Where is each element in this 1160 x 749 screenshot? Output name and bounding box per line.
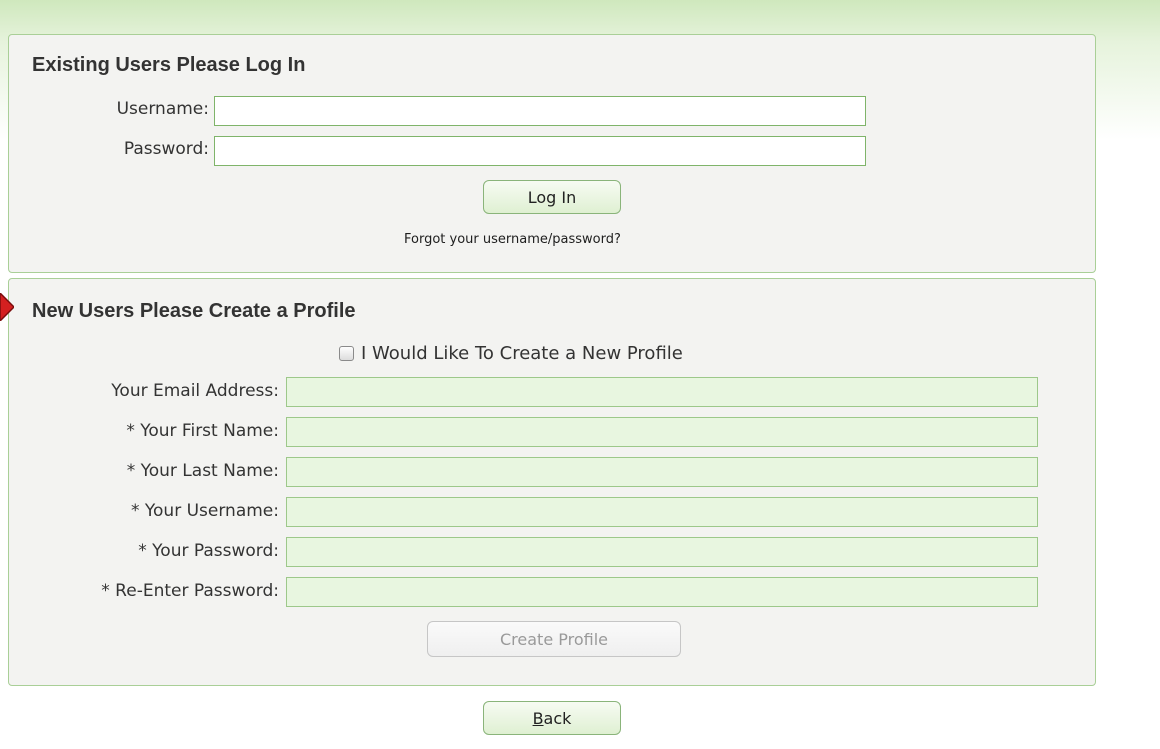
login-panel-title: Existing Users Please Log In <box>32 54 306 76</box>
first-name-label: * Your First Name: <box>126 421 279 441</box>
email-label: Your Email Address: <box>111 381 279 401</box>
login-panel: Existing Users Please Log In Username: P… <box>8 34 1096 273</box>
new-username-field[interactable] <box>286 497 1038 527</box>
first-name-field[interactable] <box>286 417 1038 447</box>
last-name-label: * Your Last Name: <box>126 461 279 481</box>
create-profile-checkbox-row[interactable]: I Would Like To Create a New Profile <box>339 343 683 364</box>
new-password-field[interactable] <box>286 537 1038 567</box>
red-arrow-marker-icon <box>0 293 14 321</box>
reenter-password-label: * Re-Enter Password: <box>101 581 279 601</box>
create-profile-panel: New Users Please Create a Profile I Woul… <box>8 278 1096 686</box>
create-profile-button[interactable]: Create Profile <box>427 621 681 657</box>
password-label: Password: <box>123 139 209 159</box>
login-button[interactable]: Log In <box>483 180 621 214</box>
back-button[interactable]: Back <box>483 701 621 735</box>
create-profile-checkbox[interactable] <box>339 346 354 361</box>
back-button-label-rest: ack <box>543 708 572 728</box>
new-username-label: * Your Username: <box>131 501 279 521</box>
forgot-password-link[interactable]: Forgot your username/password? <box>404 232 621 247</box>
reenter-password-field[interactable] <box>286 577 1038 607</box>
create-profile-checkbox-label[interactable]: I Would Like To Create a New Profile <box>361 343 683 364</box>
back-button-accesskey: B <box>532 708 544 728</box>
password-input[interactable] <box>214 136 866 166</box>
last-name-field[interactable] <box>286 457 1038 487</box>
username-label: Username: <box>116 99 209 119</box>
email-field[interactable] <box>286 377 1038 407</box>
new-password-label: * Your Password: <box>138 541 279 561</box>
create-panel-title: New Users Please Create a Profile <box>32 300 356 322</box>
username-input[interactable] <box>214 96 866 126</box>
